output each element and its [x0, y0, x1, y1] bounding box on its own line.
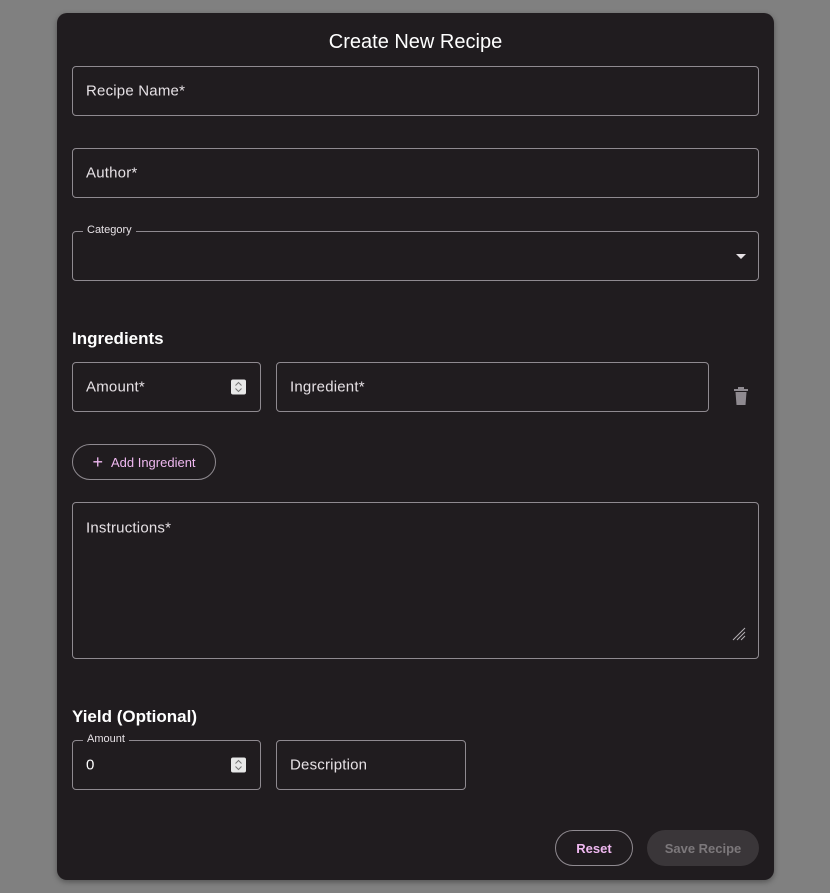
add-ingredient-button[interactable]: + Add Ingredient: [72, 444, 216, 480]
recipe-name-label: Recipe Name*: [86, 82, 186, 100]
recipe-name-field[interactable]: Recipe Name*: [72, 66, 759, 116]
yield-description-field[interactable]: Description: [276, 740, 466, 790]
spinner-icon[interactable]: [231, 757, 246, 773]
yield-amount-field[interactable]: Amount 0: [72, 733, 261, 790]
ingredient-name-field[interactable]: Ingredient*: [276, 362, 709, 412]
yield-heading: Yield (Optional): [72, 707, 197, 726]
yield-description-label: Description: [290, 756, 368, 774]
chevron-down-icon[interactable]: [736, 247, 746, 265]
ingredient-name-label: Ingredient*: [290, 378, 365, 396]
category-select[interactable]: Category: [72, 224, 759, 281]
form-title: Create New Recipe: [328, 31, 503, 53]
yield-amount-label: Amount: [83, 733, 129, 745]
add-ingredient-label: Add Ingredient: [110, 454, 196, 470]
instructions-textarea[interactable]: Instructions*: [72, 502, 759, 659]
recipe-form-card: Create New Recipe Recipe Name* Author* C…: [57, 13, 774, 880]
reset-button[interactable]: Reset: [555, 830, 633, 866]
instructions-label: Instructions*: [86, 519, 172, 537]
save-recipe-button[interactable]: Save Recipe: [647, 830, 759, 866]
delete-icon[interactable]: [733, 387, 749, 410]
author-label: Author*: [86, 164, 138, 182]
plus-icon: +: [92, 452, 103, 472]
resize-handle-icon[interactable]: [732, 627, 746, 646]
ingredient-amount-label: Amount*: [86, 378, 145, 396]
yield-amount-value: 0: [86, 756, 95, 774]
ingredient-amount-field[interactable]: Amount*: [72, 362, 261, 412]
category-label: Category: [83, 224, 136, 236]
spinner-icon[interactable]: [231, 379, 246, 395]
author-field[interactable]: Author*: [72, 148, 759, 198]
ingredients-heading: Ingredients: [72, 329, 164, 348]
